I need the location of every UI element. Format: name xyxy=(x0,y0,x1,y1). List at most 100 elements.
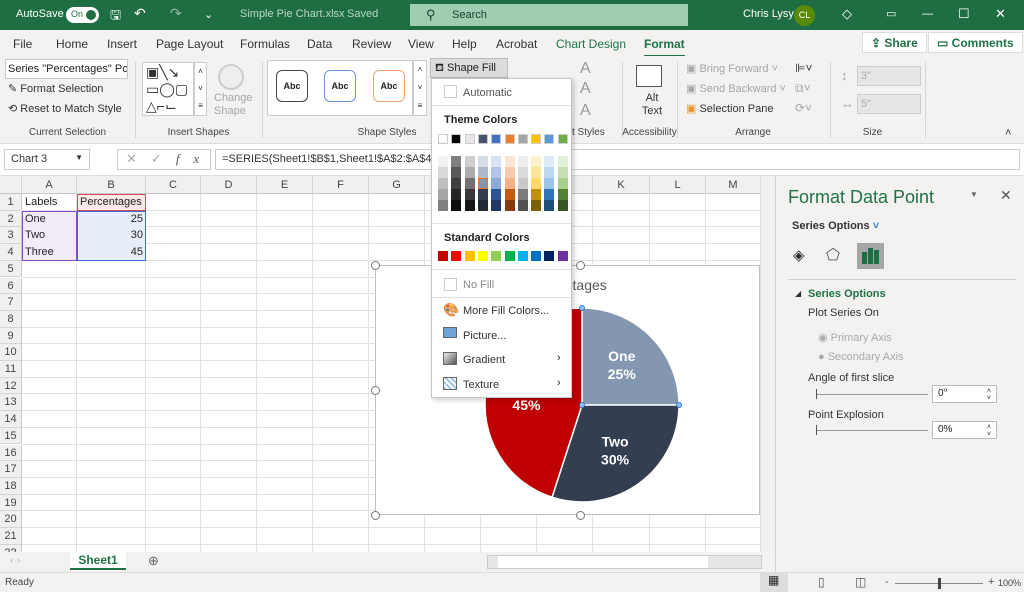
resize-handle[interactable] xyxy=(371,386,380,395)
theme-color-swatch[interactable] xyxy=(491,134,502,144)
page-layout-view-icon[interactable]: ▯ xyxy=(818,575,825,589)
maximize-icon[interactable]: ☐ xyxy=(958,6,970,22)
theme-shade-swatch[interactable] xyxy=(438,189,448,200)
theme-shade-swatch[interactable] xyxy=(464,178,475,189)
tab-help[interactable]: Help xyxy=(452,37,477,51)
row-header[interactable]: 9 xyxy=(0,327,22,345)
row-header[interactable]: 6 xyxy=(0,277,22,295)
shape-height-input[interactable]: 3" xyxy=(857,66,921,86)
shape-style-1[interactable]: Abc xyxy=(276,70,308,102)
comments-button[interactable]: ▭ Comments xyxy=(928,32,1023,53)
theme-shade-swatch[interactable] xyxy=(544,178,555,189)
column-header[interactable]: C xyxy=(146,176,201,194)
theme-shade-swatch[interactable] xyxy=(531,178,542,189)
theme-color-swatch[interactable] xyxy=(438,134,448,144)
zoom-level[interactable]: 100% xyxy=(998,578,1021,588)
theme-shade-swatch[interactable] xyxy=(517,200,528,211)
insert-function-icon[interactable]: fx xyxy=(176,151,213,166)
explosion-slider[interactable] xyxy=(816,430,928,431)
column-header[interactable]: B xyxy=(77,176,146,194)
shape-fill-button[interactable]: ⛾ Shape Fill ˅ xyxy=(430,58,508,88)
share-button[interactable]: ⇪ Share xyxy=(862,32,927,53)
shapes-gallery-scroll[interactable]: ˄ ˅ ≡ xyxy=(194,62,207,116)
theme-color-swatch[interactable] xyxy=(451,134,462,144)
spinner-icon[interactable]: ˄ ˅ xyxy=(987,424,991,438)
point-selection-handle[interactable] xyxy=(579,402,585,408)
standard-color-swatch[interactable] xyxy=(517,251,528,261)
column-header[interactable]: F xyxy=(313,176,369,194)
shape-width-input[interactable]: 5" xyxy=(857,94,921,114)
cell[interactable]: 30 xyxy=(77,227,146,244)
enter-icon[interactable]: ✓ xyxy=(151,151,176,166)
secondary-axis-radio[interactable]: ● Secondary Axis xyxy=(818,351,904,363)
group-icon[interactable]: ⧉˅ xyxy=(795,81,811,96)
resize-handle[interactable] xyxy=(371,511,380,520)
theme-shade-swatch[interactable] xyxy=(464,156,475,167)
normal-view-button[interactable]: ▦ xyxy=(760,573,788,592)
column-header[interactable]: D xyxy=(201,176,257,194)
row-header[interactable]: 4 xyxy=(0,244,22,261)
theme-shade-swatch[interactable] xyxy=(517,178,528,189)
chart-element-selector[interactable]: Series "Percentages" Po xyxy=(5,59,128,79)
bring-forward-button[interactable]: ▣ Bring Forward ˅ xyxy=(686,62,778,75)
row-header[interactable]: 19 xyxy=(0,494,22,512)
theme-shade-swatch[interactable] xyxy=(451,189,462,200)
theme-shade-swatch[interactable] xyxy=(557,200,568,211)
resize-handle[interactable] xyxy=(576,511,585,520)
angle-slider[interactable] xyxy=(816,394,928,395)
formula-input[interactable]: =SERIES(Sheet1!$B$1,Sheet1!$A$2:$A$4, xyxy=(215,149,1020,170)
theme-shade-swatch[interactable] xyxy=(504,156,515,167)
row-header[interactable]: 12 xyxy=(0,377,22,395)
change-shape-button[interactable]: Change Shape xyxy=(214,92,258,118)
cell[interactable]: One xyxy=(22,211,77,228)
row-header[interactable]: 10 xyxy=(0,344,22,361)
cell[interactable]: Labels xyxy=(22,194,77,211)
spinner-icon[interactable]: ˄ ˅ xyxy=(987,388,991,402)
theme-color-swatch[interactable] xyxy=(477,134,488,144)
row-header[interactable]: 17 xyxy=(0,461,22,478)
theme-shade-swatch[interactable] xyxy=(517,156,528,167)
cell[interactable]: Percentages xyxy=(77,194,146,211)
theme-shade-swatch[interactable] xyxy=(491,189,502,200)
theme-shade-swatch[interactable] xyxy=(557,156,568,167)
explosion-input[interactable]: 0% ˄ ˅ xyxy=(932,421,997,439)
zoom-in-icon[interactable]: + xyxy=(988,576,994,588)
tab-acrobat[interactable]: Acrobat xyxy=(496,37,537,51)
sheet-tab-sheet1[interactable]: Sheet1 xyxy=(70,552,126,570)
undo-icon[interactable]: ↶ xyxy=(134,5,146,22)
row-header[interactable]: 13 xyxy=(0,394,22,412)
theme-shade-swatch-selected[interactable] xyxy=(477,178,488,189)
user-name[interactable]: Chris Lysy xyxy=(743,8,794,20)
tab-formulas[interactable]: Formulas xyxy=(240,37,290,51)
column-header[interactable]: E xyxy=(257,176,313,194)
standard-color-swatch[interactable] xyxy=(491,251,502,261)
scrollbar-thumb[interactable] xyxy=(498,556,708,568)
menu-item-gradient[interactable]: Gradient xyxy=(463,354,505,366)
standard-color-swatch[interactable] xyxy=(504,251,515,261)
page-break-view-icon[interactable]: ◫ xyxy=(855,575,866,589)
row-header[interactable]: 8 xyxy=(0,310,22,328)
search-box[interactable]: ⚲ Search xyxy=(410,4,688,26)
row-header[interactable]: 7 xyxy=(0,294,22,311)
theme-shade-swatch[interactable] xyxy=(464,167,475,178)
theme-shade-swatch[interactable] xyxy=(491,178,502,189)
tab-home[interactable]: Home xyxy=(56,37,88,51)
theme-shade-swatch[interactable] xyxy=(504,178,515,189)
theme-color-swatch[interactable] xyxy=(544,134,555,144)
rotate-icon[interactable]: ⟳˅ xyxy=(795,101,812,115)
theme-color-swatch[interactable] xyxy=(517,134,528,144)
column-header[interactable]: K xyxy=(593,176,650,194)
data-label-category[interactable]: One xyxy=(608,348,635,364)
theme-shade-swatch[interactable] xyxy=(451,156,462,167)
send-backward-button[interactable]: ▣ Send Backward ˅ xyxy=(686,82,786,95)
theme-shade-swatch[interactable] xyxy=(557,178,568,189)
theme-shade-swatch[interactable] xyxy=(504,200,515,211)
data-label-value[interactable]: 25% xyxy=(608,366,637,382)
close-icon[interactable]: ✕ xyxy=(995,6,1006,22)
ribbon-display-icon[interactable]: ▭ xyxy=(886,7,896,20)
theme-shade-swatch[interactable] xyxy=(504,167,515,178)
save-state[interactable]: Saved xyxy=(347,8,378,20)
cell[interactable]: 25 xyxy=(77,211,146,228)
collapse-triangle-icon[interactable]: ◢ xyxy=(795,289,801,298)
theme-shade-swatch[interactable] xyxy=(531,156,542,167)
